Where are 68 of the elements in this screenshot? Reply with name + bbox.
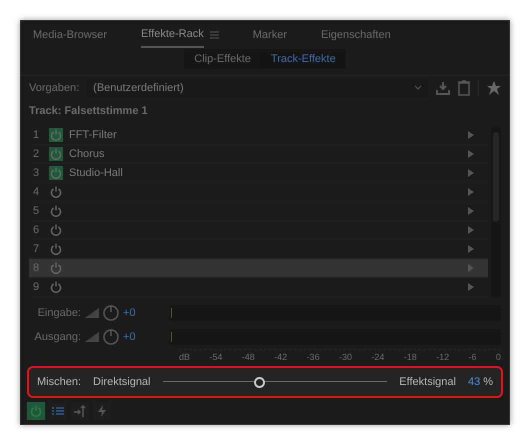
mix-label: Mischen:	[37, 376, 82, 388]
power-toggle[interactable]	[49, 280, 63, 294]
routing-icon[interactable]	[74, 405, 86, 417]
gain-value[interactable]: +0	[123, 307, 145, 319]
menu-icon[interactable]	[210, 31, 219, 39]
gain-knob[interactable]	[103, 329, 119, 345]
trash-icon[interactable]	[458, 80, 470, 96]
power-toggle[interactable]	[49, 204, 63, 218]
panel-tab[interactable]: Marker	[252, 23, 287, 47]
expand-arrow-icon[interactable]	[468, 245, 474, 253]
level-label: Ausgang:	[34, 331, 81, 343]
lightning-icon[interactable]	[97, 405, 107, 417]
panel-tab[interactable]: Media-Browser	[33, 23, 107, 47]
expand-arrow-icon[interactable]	[468, 150, 474, 158]
chevron-down-icon[interactable]	[414, 85, 422, 91]
power-toggle[interactable]	[49, 242, 63, 256]
power-button[interactable]	[27, 402, 45, 420]
effect-slot[interactable]: 3 Studio-Hall	[29, 164, 488, 183]
slider-thumb[interactable]	[254, 377, 266, 388]
expand-arrow-icon[interactable]	[468, 169, 474, 177]
effect-slot[interactable]: 6	[29, 221, 488, 240]
effect-slot[interactable]: 5	[29, 202, 488, 221]
meter-scale-label: -24	[371, 352, 384, 362]
power-toggle[interactable]	[49, 128, 63, 142]
meter-scale-label: -36	[306, 352, 320, 362]
wet-label: Effektsignal	[399, 376, 456, 388]
expand-arrow-icon[interactable]	[468, 226, 474, 234]
expand-arrow-icon[interactable]	[468, 131, 474, 139]
meter-scale-label: -30	[338, 352, 352, 362]
mix-slider[interactable]	[162, 376, 388, 388]
meter-scale-label: -6	[468, 352, 477, 362]
effect-slot[interactable]: 4	[29, 183, 488, 202]
level-label: Eingabe:	[36, 307, 81, 319]
volume-ramp-icon	[85, 308, 99, 318]
effect-slot[interactable]: 9	[29, 278, 488, 297]
gain-value[interactable]: +0	[123, 331, 145, 343]
expand-arrow-icon[interactable]	[468, 207, 474, 215]
expand-arrow-icon[interactable]	[468, 264, 474, 272]
power-toggle[interactable]	[49, 166, 63, 180]
power-toggle[interactable]	[49, 185, 63, 199]
presets-label: Vorgaben:	[29, 82, 80, 94]
gain-knob[interactable]	[103, 305, 119, 321]
meter-scale-label: -12	[436, 352, 450, 362]
power-icon[interactable]	[30, 405, 42, 417]
effect-slot[interactable]: 1 FFT-Filter	[29, 126, 488, 145]
expand-arrow-icon[interactable]	[468, 188, 474, 196]
meter-scale-label: -54	[209, 352, 222, 362]
meter-scale-label: 0	[496, 352, 501, 362]
list-icon[interactable]	[52, 406, 64, 416]
power-toggle[interactable]	[49, 261, 63, 275]
expand-arrow-icon[interactable]	[468, 283, 474, 291]
percent-unit: %	[483, 376, 493, 388]
dry-label: Direktsignal	[93, 376, 150, 388]
meter-scale-label: -18	[404, 352, 417, 362]
subtab[interactable]: Track-Effekte	[260, 49, 346, 69]
panel-tab[interactable]: Eigenschaften	[320, 23, 391, 47]
power-toggle[interactable]	[49, 147, 63, 161]
download-icon[interactable]	[436, 81, 450, 95]
subtab[interactable]: Clip-Effekte	[184, 49, 261, 69]
star-icon[interactable]	[487, 81, 501, 95]
volume-ramp-icon	[85, 332, 99, 342]
effect-slot[interactable]: 2 Chorus	[29, 145, 488, 164]
meter-scale-label: dB	[179, 352, 190, 362]
power-toggle[interactable]	[49, 223, 63, 237]
track-name: Track: Falsettstimme 1	[28, 104, 149, 119]
meter-scale-label: -42	[274, 352, 288, 362]
meter-scale-label: -48	[242, 352, 255, 362]
mix-value[interactable]: 43	[468, 376, 480, 388]
